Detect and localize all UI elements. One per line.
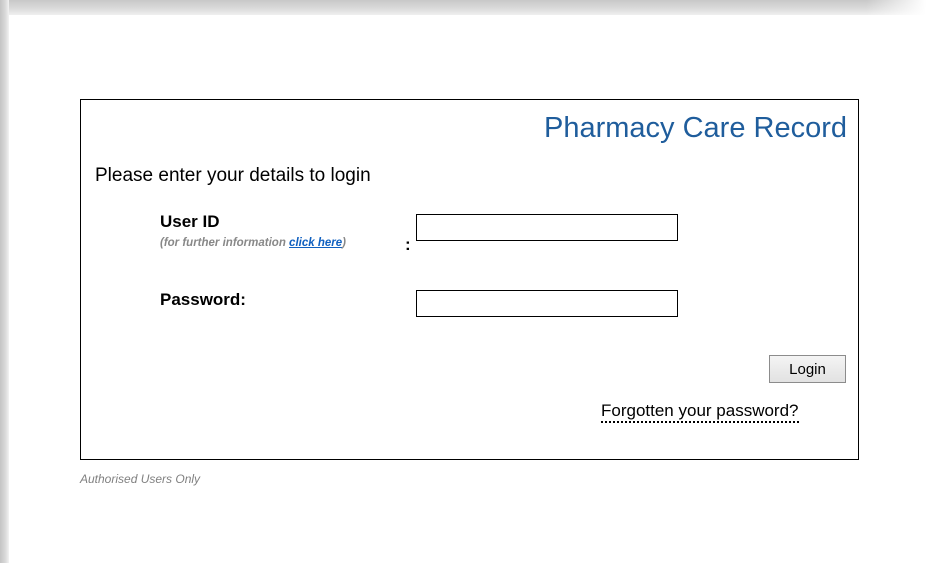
- click-here-link[interactable]: click here: [289, 237, 342, 249]
- login-button[interactable]: Login: [769, 355, 846, 383]
- userid-hint-suffix: ): [342, 237, 346, 249]
- authorised-users-note: Authorised Users Only: [80, 472, 201, 486]
- userid-hint: (for further information click here): [160, 237, 346, 249]
- window-top-edge: [0, 0, 926, 15]
- password-input[interactable]: [416, 290, 678, 317]
- userid-label: User ID: [160, 212, 220, 231]
- browser-window: Pharmacy Care Record Please enter your d…: [0, 0, 926, 563]
- window-left-edge: [0, 0, 9, 563]
- login-instructions: Please enter your details to login: [95, 165, 371, 186]
- app-title: Pharmacy Care Record: [544, 112, 847, 144]
- userid-hint-prefix: (for further information: [160, 237, 290, 249]
- window-corner-fade: [866, 0, 926, 15]
- login-panel: Pharmacy Care Record Please enter your d…: [80, 99, 859, 460]
- userid-input[interactable]: [416, 214, 678, 241]
- forgot-password-link[interactable]: Forgotten your password?: [601, 400, 799, 423]
- password-label: Password:: [160, 290, 246, 309]
- userid-colon: :: [405, 235, 411, 254]
